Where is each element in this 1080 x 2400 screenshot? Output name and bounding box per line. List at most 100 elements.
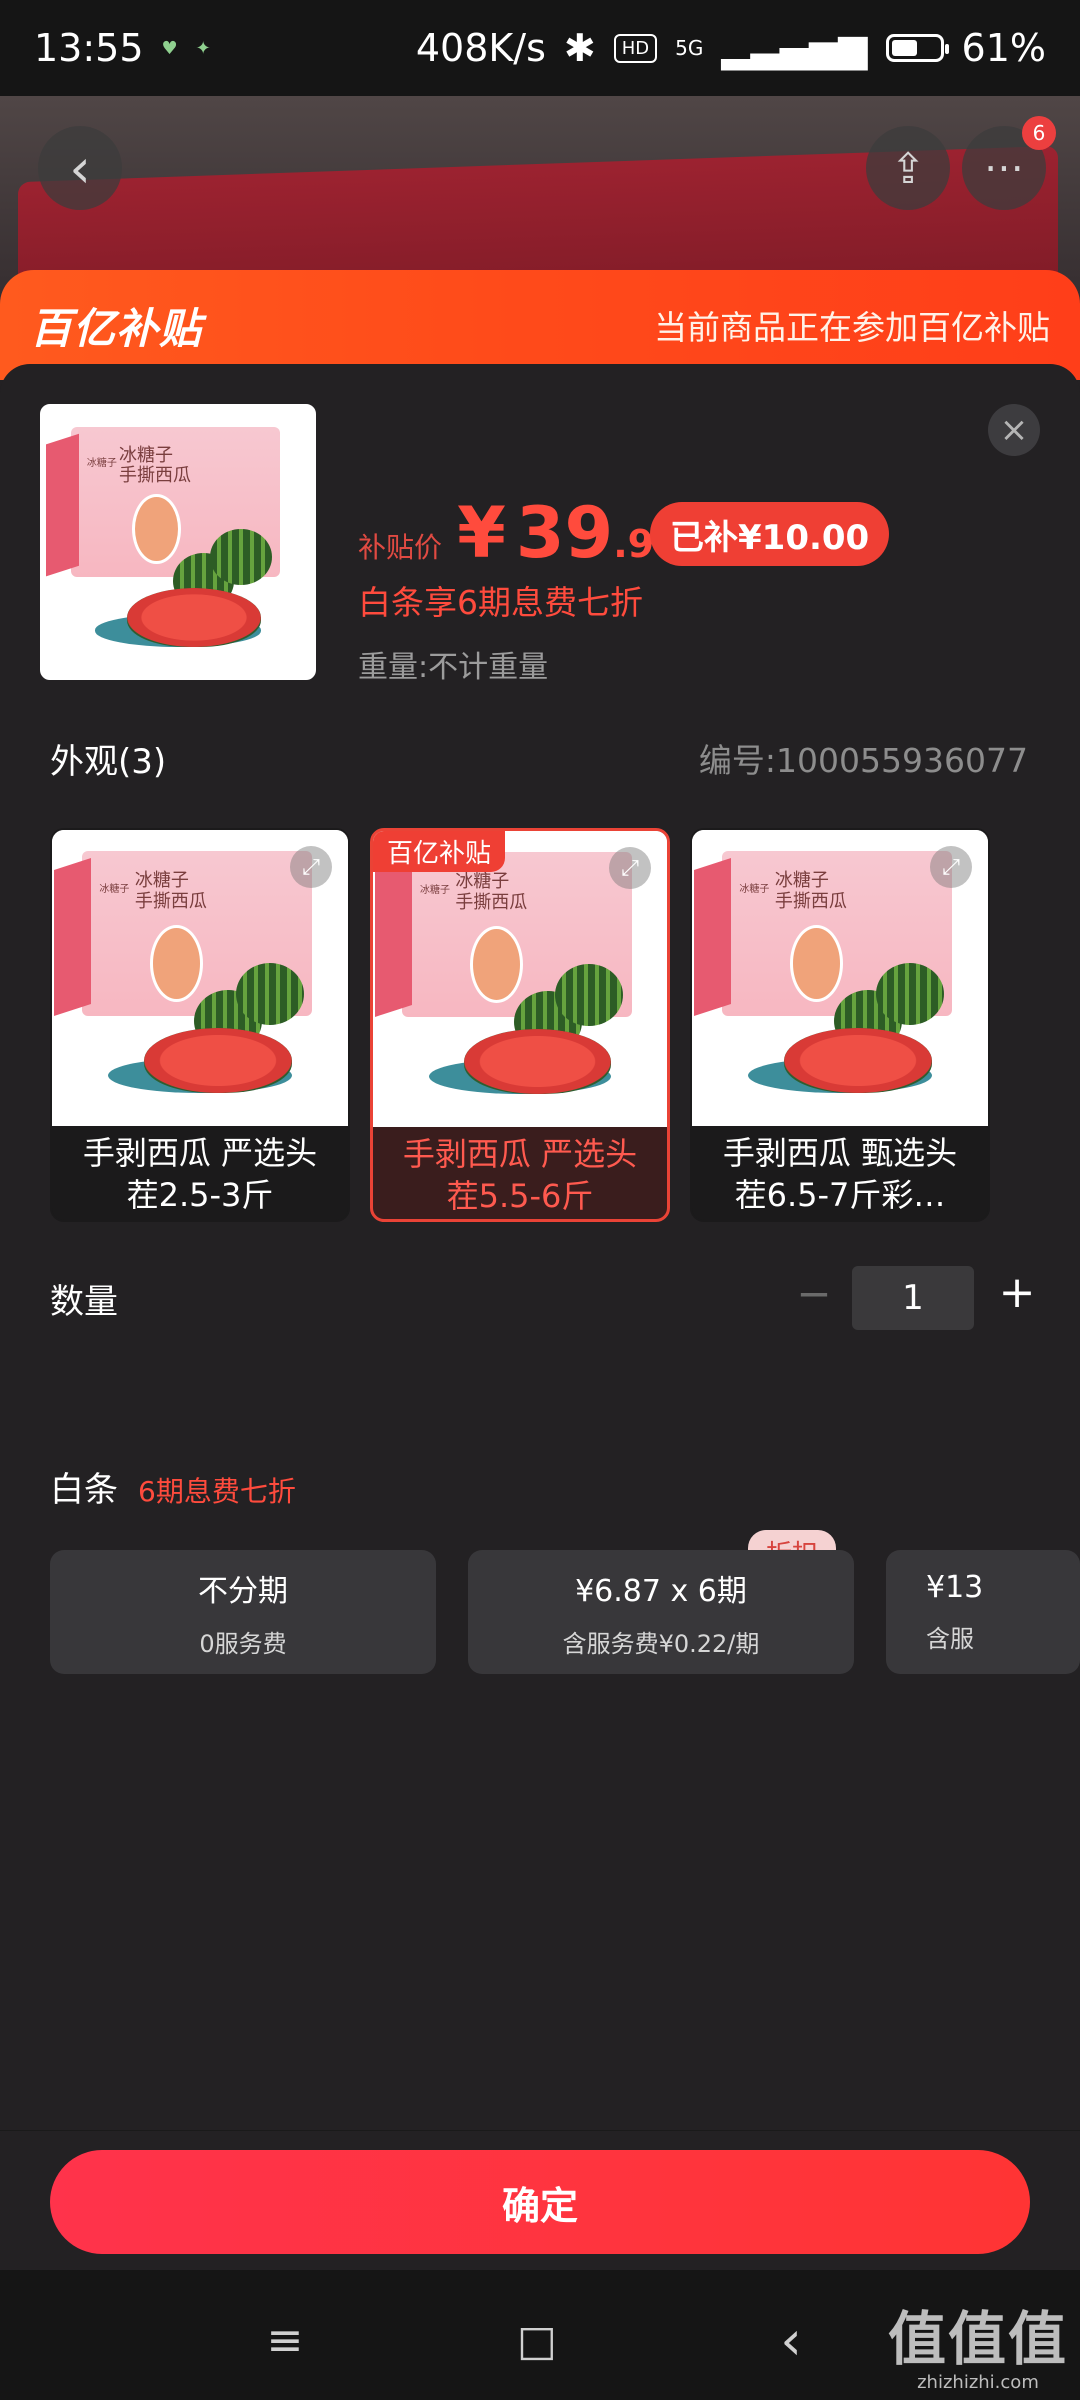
back-button[interactable]: ‹ — [38, 126, 122, 210]
watermelon-icon-2 — [210, 528, 272, 585]
quantity-increment-button[interactable]: + — [995, 1262, 1039, 1322]
status-right: 408K/s ✱ HD 5G ▂▃▄▅▆ 61% — [416, 26, 1046, 70]
back-nav-button[interactable]: ‹ — [756, 2308, 826, 2372]
signal-label: 5G — [675, 36, 704, 60]
plan-card-1[interactable]: 不分期 0服务费 — [50, 1550, 436, 1674]
art-title: 冰糖子 手撕西瓜 — [775, 871, 847, 912]
zoom-icon[interactable]: ⤢ — [930, 846, 972, 888]
back-icon: ‹ — [69, 136, 91, 200]
art-title: 冰糖子 手撕西瓜 — [119, 444, 192, 487]
plan-sub-2: 含服务费¥0.22/期 — [562, 1629, 760, 1658]
plan-card-2[interactable]: ¥6.87 x 6期 含服务费¥0.22/期 — [468, 1550, 854, 1674]
watermelon-slice-icon — [127, 587, 262, 647]
price-currency: ¥ — [457, 492, 506, 574]
option-image-3: 冰糖子 冰糖子 手撕西瓜 ⤢ — [692, 830, 988, 1126]
option-label-1: 手剥西瓜 严选头茬2.5-3斤 — [82, 1134, 318, 1214]
art-small-text: 冰糖子 — [86, 457, 117, 469]
product-option-sheet: × 冰糖子 冰糖子 手撕西瓜 补贴价 ¥39.90 已补¥10.00 白条享6期… — [0, 364, 1080, 2254]
art-title-line2: 手撕西瓜 — [774, 891, 847, 913]
notification-count: 6 — [1022, 116, 1056, 150]
more-icon: ⋯ — [984, 145, 1024, 191]
art-title-line1: 冰糖子 — [455, 871, 510, 893]
quantity-label: 数量 — [50, 1282, 118, 1322]
art-title-line1: 冰糖子 — [134, 870, 189, 892]
art-figure — [470, 925, 524, 1003]
installment-note: 白条享6期息费七折 — [358, 583, 643, 622]
art-figure — [149, 924, 204, 1002]
network-speed: 408K/s — [415, 26, 546, 70]
zoom-icon[interactable]: ⤢ — [609, 847, 651, 889]
menu-button[interactable]: ≡ — [250, 2310, 320, 2370]
subsidy-brand: 百亿补贴 — [30, 303, 203, 353]
option-card-3[interactable]: 冰糖子 冰糖子 手撕西瓜 ⤢ 手剥西瓜 甄选头茬6.5-7斤彩… — [690, 828, 990, 1222]
app-notification-icon: ♥ — [161, 37, 178, 59]
close-button[interactable]: × — [988, 404, 1040, 456]
art-title-line1: 冰糖子 — [119, 444, 174, 466]
art-title-line2: 手撕西瓜 — [119, 465, 192, 487]
bottom-separator — [0, 2130, 1080, 2131]
more-button[interactable]: ⋯ 6 — [962, 116, 1056, 210]
watermelon-icon-2 — [555, 964, 623, 1027]
art-title-line2: 手撕西瓜 — [134, 891, 207, 913]
plan-main-2: ¥6.87 x 6期 — [575, 1573, 747, 1609]
watermelon-slice-icon — [464, 1029, 612, 1095]
option-label-2: 手剥西瓜 严选头茬5.5-6斤 — [402, 1135, 638, 1215]
app-notification-icon-2: ✦ — [195, 37, 211, 59]
option-label-3: 手剥西瓜 甄选头茬6.5-7斤彩… — [722, 1134, 958, 1214]
subsidy-option-badge: 百亿补贴 — [373, 831, 506, 872]
price-area: 补贴价 ¥39.90 — [358, 492, 681, 574]
plan-sub-1: 0服务费 — [199, 1629, 287, 1658]
option-card-2[interactable]: 冰糖子 冰糖子 手撕西瓜 ⤢ 百亿补贴 手剥西瓜 严选头茬5.5-6斤 — [370, 828, 670, 1222]
weight-note: 重量:不计重量 — [358, 650, 549, 685]
quantity-decrement-button[interactable]: − — [792, 1269, 836, 1318]
price-integer: 39 — [515, 492, 614, 574]
home-button[interactable]: □ — [502, 2310, 572, 2370]
watermelon-slice-icon — [783, 1028, 932, 1094]
price-label: 补贴价 — [358, 531, 443, 564]
signal-bars-icon: ▂▃▄▅▆ — [721, 26, 868, 70]
option-card-1[interactable]: 冰糖子 冰糖子 手撕西瓜 ⤢ 手剥西瓜 严选头茬2.5-3斤 — [50, 828, 350, 1222]
art-small-text: 冰糖子 — [739, 884, 770, 896]
watermark-url: zhizhizhi.com — [917, 2372, 1039, 2393]
art-small-text: 冰糖子 — [420, 885, 451, 897]
art-figure — [132, 493, 182, 565]
art-title: 冰糖子 手撕西瓜 — [455, 872, 527, 913]
status-left: 13:55 ♥ ✦ — [34, 26, 211, 70]
plan-main-3: ¥13 — [926, 1570, 984, 1605]
battery-percent: 61% — [961, 26, 1046, 70]
subsidy-text: 当前商品正在参加百亿补贴 — [654, 308, 1050, 347]
share-icon: ⇪ — [890, 143, 926, 193]
art-title-line2: 手撕西瓜 — [455, 892, 528, 914]
clock: 13:55 — [34, 26, 144, 70]
subsidy-amount-badge: 已补¥10.00 — [650, 502, 890, 566]
battery-fill — [891, 40, 918, 56]
plan-card-3[interactable]: ¥13 含服 — [886, 1550, 1080, 1674]
art-small-text: 冰糖子 — [99, 884, 130, 896]
watermelon-slice-icon — [143, 1028, 292, 1094]
installment-promo: 6期息费七折 — [138, 1475, 296, 1508]
quantity-value[interactable]: 1 — [852, 1266, 974, 1330]
zoom-icon[interactable]: ⤢ — [290, 846, 332, 888]
sku-label: 编号:100055936077 — [698, 741, 1028, 780]
art-title: 冰糖子 手撕西瓜 — [135, 871, 207, 912]
watermark-logo: 值值值 — [887, 2305, 1068, 2373]
appearance-title: 外观(3) — [50, 742, 167, 782]
art-title-line1: 冰糖子 — [774, 870, 829, 892]
option-image-1: 冰糖子 冰糖子 手撕西瓜 ⤢ — [52, 830, 348, 1126]
watermelon-icon-2 — [875, 963, 944, 1026]
confirm-button[interactable]: 确定 — [50, 2150, 1030, 2254]
menu-icon: ≡ — [266, 2314, 304, 2366]
product-thumbnail: 冰糖子 冰糖子 手撕西瓜 — [40, 404, 316, 680]
battery-icon — [885, 34, 949, 62]
watermelon-icon-2 — [235, 963, 304, 1026]
back-nav-icon: ‹ — [780, 2308, 802, 2372]
share-button[interactable]: ⇪ — [866, 126, 950, 210]
watermark: 值值值 zhizhizhi.com — [888, 2310, 1068, 2393]
close-icon: × — [999, 410, 1029, 450]
installment-title: 白条 — [50, 1470, 118, 1510]
plan-main-1: 不分期 — [198, 1573, 288, 1609]
art-figure — [789, 924, 844, 1002]
home-icon: □ — [517, 2315, 557, 2365]
option-image-2: 冰糖子 冰糖子 手撕西瓜 ⤢ — [373, 831, 667, 1127]
bluetooth-icon: ✱ — [563, 26, 596, 70]
